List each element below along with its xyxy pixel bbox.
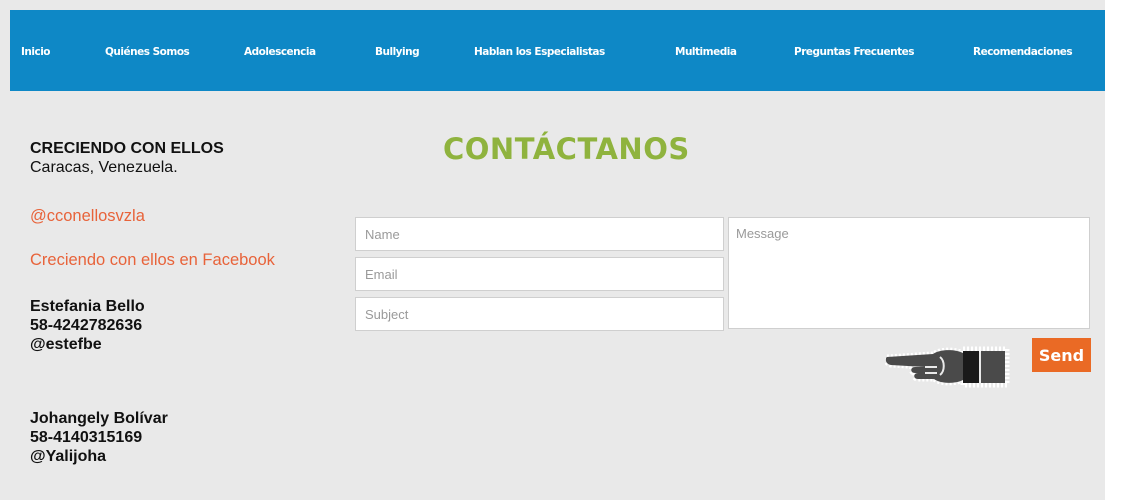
nav-item-multimedia[interactable]: Multimedia	[675, 46, 737, 58]
page-title: CONTÁCTANOS	[443, 132, 690, 166]
contact-1-name: Estefania Bello	[30, 298, 145, 315]
pointing-hand-icon	[885, 346, 1010, 388]
contact-2-handle: @Yalijoha	[30, 448, 107, 465]
email-input[interactable]	[355, 257, 724, 291]
send-button[interactable]: Send	[1032, 338, 1091, 372]
nav-item-adolescencia[interactable]: Adolescencia	[244, 46, 316, 58]
twitter-link[interactable]: @cconellosvzla	[30, 207, 145, 226]
org-name: CRECIENDO CON ELLOS	[30, 140, 224, 157]
nav-item-preguntas-frecuentes[interactable]: Preguntas Frecuentes	[794, 46, 914, 58]
contact-2-name: Johangely Bolívar	[30, 410, 168, 427]
facebook-link[interactable]: Creciendo con ellos en Facebook	[30, 251, 275, 270]
subject-input[interactable]	[355, 297, 724, 331]
nav-item-hablan-los-especialistas[interactable]: Hablan los Especialistas	[474, 46, 605, 58]
message-textarea[interactable]	[728, 217, 1090, 329]
nav-item-inicio[interactable]: Inicio	[21, 46, 51, 58]
nav-item-quienes-somos[interactable]: Quiénes Somos	[105, 46, 190, 58]
nav-item-bullying[interactable]: Bullying	[375, 46, 420, 58]
contact-1-phone: 58-4242782636	[30, 317, 143, 334]
contact-2-phone: 58-4140315169	[30, 429, 143, 446]
name-input[interactable]	[355, 217, 724, 251]
nav-item-recomendaciones[interactable]: Recomendaciones	[973, 46, 1073, 58]
top-navigation: Inicio Quiénes Somos Adolescencia Bullyi…	[10, 10, 1105, 91]
org-location: Caracas, Venezuela.	[30, 159, 178, 176]
contact-1-handle: @estefbe	[30, 336, 102, 353]
